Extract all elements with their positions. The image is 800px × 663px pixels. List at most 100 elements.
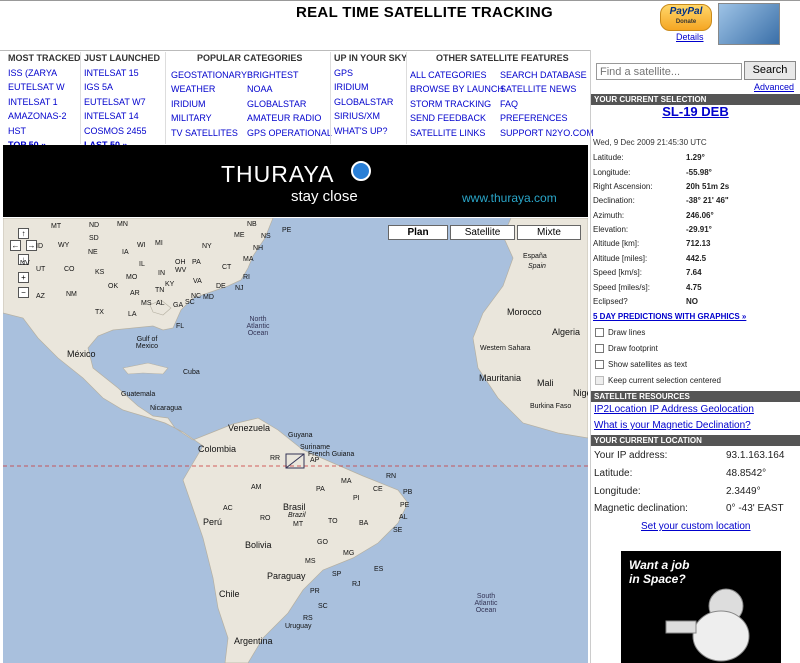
nav-link[interactable]: GEOSTATIONARY xyxy=(171,68,247,82)
popular-col1: GEOSTATIONARY WEATHER IRIDIUM MILITARY T… xyxy=(171,68,247,140)
nav-link[interactable]: GPS OPERATIONAL xyxy=(247,126,332,140)
pan-left-icon[interactable]: ← xyxy=(10,240,21,251)
nav-link[interactable]: BROWSE BY LAUNCH xyxy=(410,82,504,96)
nav-link[interactable]: FAQ xyxy=(500,97,594,111)
map-label: GA xyxy=(173,302,184,309)
map-label: RJ xyxy=(352,581,361,588)
nav-link[interactable]: SEND FEEDBACK xyxy=(410,111,504,125)
nav-link[interactable]: SUPPORT N2YO.COM xyxy=(500,126,594,140)
nav-link[interactable]: WHAT'S UP? xyxy=(334,124,407,138)
details-link[interactable]: Details xyxy=(676,32,704,42)
nav-link[interactable]: BRIGHTEST xyxy=(247,68,332,82)
nav-link[interactable]: IGS 5A xyxy=(84,80,160,94)
map-label: WY xyxy=(58,242,70,249)
map-label: CT xyxy=(222,264,232,271)
map-label: RN xyxy=(386,473,397,480)
nav-link[interactable]: INTELSAT 14 xyxy=(84,109,160,123)
satellite-map[interactable]: Plan Satellite Mixte ↑ ← → ↓ + − NB PE M… xyxy=(3,218,588,663)
map-label: IL xyxy=(139,261,145,268)
map-label: Suriname xyxy=(300,444,330,451)
map-label: CE xyxy=(373,486,383,493)
map-label: SD xyxy=(89,235,99,242)
nav-link[interactable]: TV SATELLITES xyxy=(171,126,247,140)
map-label: NM xyxy=(66,291,77,298)
nav-link[interactable]: GPS xyxy=(334,66,407,80)
divider xyxy=(80,52,81,144)
row-value: 246.06° xyxy=(686,211,714,220)
ip2location-link[interactable]: IP2Location IP Address Geolocation xyxy=(594,404,754,415)
search-button[interactable]: Search xyxy=(744,61,796,80)
location-value: 93.1.163.164 xyxy=(726,450,785,461)
map-label: BA xyxy=(359,520,369,527)
map-label: MN xyxy=(117,221,128,228)
map-label: PA xyxy=(192,259,201,266)
zoom-in-icon[interactable]: + xyxy=(18,272,29,283)
nav-link[interactable]: IRIDIUM xyxy=(171,97,247,111)
nav-link[interactable]: SATELLITE NEWS xyxy=(500,82,594,96)
checkbox-label: Draw footprint xyxy=(608,344,658,353)
selected-satellite-link[interactable]: SL-19 DEB xyxy=(591,104,800,119)
predictions-link[interactable]: 5 DAY PREDICTIONS WITH GRAPHICS » xyxy=(593,312,746,321)
map-label: Burkina Faso xyxy=(530,403,572,410)
nav-link[interactable]: SIRIUS/XM xyxy=(334,109,407,123)
nav-link[interactable]: INTELSAT 1 xyxy=(8,95,81,109)
map-label: Spain xyxy=(528,263,546,270)
pan-up-icon[interactable]: ↑ xyxy=(18,228,29,239)
custom-location-link[interactable]: Set your custom location xyxy=(641,521,751,532)
nav-link[interactable]: SEARCH DATABASE xyxy=(500,68,594,82)
row-label: Declination: xyxy=(593,196,635,205)
map-label: GO xyxy=(317,539,328,546)
most-tracked-column: MOST TRACKED ISS (ZARYA EUTELSAT W INTEL… xyxy=(8,53,81,152)
map-label: RR xyxy=(270,455,281,462)
map-label: MT xyxy=(293,521,304,528)
other-col2: SEARCH DATABASE SATELLITE NEWS FAQ PREFE… xyxy=(500,68,594,140)
nav-link[interactable]: EUTELSAT W xyxy=(8,80,81,94)
row-value: -29.91° xyxy=(686,225,712,234)
nav-link[interactable]: WEATHER xyxy=(171,82,247,96)
nav-link[interactable]: GLOBALSTAR xyxy=(334,95,407,109)
row-value: -38° 21' 46" xyxy=(686,196,729,205)
map-type-satellite[interactable]: Satellite xyxy=(450,225,515,240)
advanced-search-link[interactable]: Advanced xyxy=(754,82,794,92)
map-label: MS xyxy=(141,300,152,307)
nav-link[interactable]: AMATEUR RADIO xyxy=(247,111,332,125)
nav-link[interactable]: AMAZONAS-2 xyxy=(8,109,81,123)
satellite-search-input[interactable] xyxy=(596,63,742,80)
map-label: MG xyxy=(343,550,355,557)
draw-lines-checkbox[interactable] xyxy=(595,328,604,337)
nav-link[interactable]: HST xyxy=(8,124,81,138)
nav-link[interactable]: COSMOS 2455 xyxy=(84,124,160,138)
nav-link[interactable]: STORM TRACKING xyxy=(410,97,504,111)
row-label: Latitude: xyxy=(593,153,624,162)
show-text-checkbox[interactable] xyxy=(595,360,604,369)
map-label: ME xyxy=(234,232,245,239)
map-label: North Atlantic Ocean xyxy=(246,316,270,337)
nav-link[interactable]: ALL CATEGORIES xyxy=(410,68,504,82)
checkbox-label: Show satellites as text xyxy=(608,360,688,369)
magnetic-declination-link[interactable]: What is your Magnetic Declination? xyxy=(594,420,751,431)
nav-link[interactable]: EUTELSAT W7 xyxy=(84,95,160,109)
map-type-plan[interactable]: Plan xyxy=(388,225,448,240)
nav-link[interactable]: MILITARY xyxy=(171,111,247,125)
draw-footprint-checkbox[interactable] xyxy=(595,344,604,353)
nav-link[interactable]: SATELLITE LINKS xyxy=(410,126,504,140)
nav-link[interactable]: IRIDIUM xyxy=(334,80,407,94)
location-label: Your IP address: xyxy=(594,450,668,461)
nav-link[interactable]: INTELSAT 15 xyxy=(84,66,160,80)
nav-link[interactable]: ISS (ZARYA xyxy=(8,66,81,80)
job-ad[interactable]: Want a job in Space? xyxy=(621,551,781,663)
map-type-mixte[interactable]: Mixte xyxy=(517,225,581,240)
nav-menu: MOST TRACKED ISS (ZARYA EUTELSAT W INTEL… xyxy=(0,50,594,150)
map-label: AR xyxy=(130,290,140,297)
nav-link[interactable]: PREFERENCES xyxy=(500,111,594,125)
nav-link[interactable]: GLOBALSTAR xyxy=(247,97,332,111)
map-label: NH xyxy=(253,245,264,252)
map-label: IN xyxy=(158,270,165,277)
keep-centered-checkbox[interactable] xyxy=(595,376,604,385)
zoom-out-icon[interactable]: − xyxy=(18,287,29,298)
map-label: SC xyxy=(318,603,328,610)
map-label: ES xyxy=(374,566,384,573)
paypal-donate-button[interactable]: PayPal Donate xyxy=(660,4,712,31)
thuraya-ad-banner[interactable]: THURAYA stay close www.thuraya.com xyxy=(3,145,588,217)
nav-link[interactable]: NOAA xyxy=(247,82,332,96)
